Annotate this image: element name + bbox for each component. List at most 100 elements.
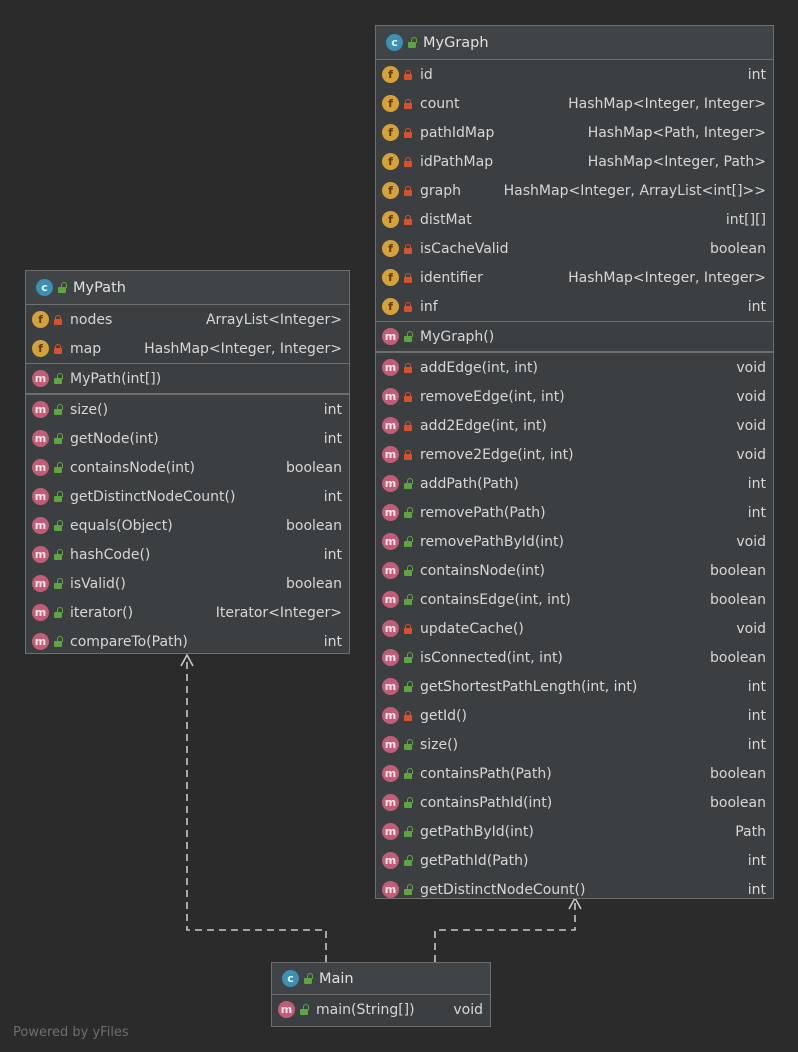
class-icon: c <box>386 34 403 51</box>
method-row[interactable]: m size() int <box>376 730 773 759</box>
method-row[interactable]: m addEdge(int, int) void <box>376 353 773 382</box>
class-header[interactable]: c Main <box>272 963 490 995</box>
member-type: int <box>323 546 342 563</box>
class-header[interactable]: c MyGraph <box>376 26 773 60</box>
class-mypath[interactable]: c MyPath f nodes ArrayList<Integer> f map Has… <box>25 270 350 654</box>
method-row[interactable]: m MyGraph() <box>376 322 773 351</box>
method-icon: m <box>382 504 399 521</box>
private-lock-icon <box>403 272 413 283</box>
method-icon: m <box>382 388 399 405</box>
field-row[interactable]: f id int <box>376 60 773 89</box>
field-icon: f <box>382 124 399 141</box>
public-lock-icon <box>53 635 63 647</box>
member-name: graph <box>420 182 461 199</box>
method-row[interactable]: m getId() int <box>376 701 773 730</box>
field-row[interactable]: f count HashMap<Integer, Integer> <box>376 89 773 118</box>
member-name: containsPathId(int) <box>420 794 553 811</box>
method-row[interactable]: m isValid() boolean <box>26 569 349 598</box>
private-lock-icon <box>403 127 413 138</box>
class-mygraph[interactable]: c MyGraph f id int f count HashMap<Integer, I… <box>375 25 774 899</box>
member-name: idPathMap <box>420 153 494 170</box>
method-row[interactable]: m containsEdge(int, int) boolean <box>376 585 773 614</box>
method-row[interactable]: m containsPath(Path) boolean <box>376 759 773 788</box>
method-icon: m <box>382 475 399 492</box>
member-name: MyGraph() <box>420 328 495 345</box>
class-header[interactable]: c MyPath <box>26 271 349 305</box>
method-icon: m <box>382 678 399 695</box>
member-name: containsPath(Path) <box>420 765 552 782</box>
method-row[interactable]: m remove2Edge(int, int) void <box>376 440 773 469</box>
private-lock-icon <box>403 623 413 634</box>
member-name: addEdge(int, int) <box>420 359 538 376</box>
public-lock-icon <box>53 490 63 502</box>
method-row[interactable]: m isConnected(int, int) boolean <box>376 643 773 672</box>
field-row[interactable]: f identifier HashMap<Integer, Integer> <box>376 263 773 292</box>
member-name: MyPath(int[]) <box>70 370 162 387</box>
member-type: int <box>323 401 342 418</box>
member-type: void <box>736 620 766 637</box>
method-row[interactable]: m size() int <box>26 395 349 424</box>
field-row[interactable]: f pathIdMap HashMap<Path, Integer> <box>376 118 773 147</box>
method-icon: m <box>382 881 399 898</box>
private-lock-icon <box>403 301 413 312</box>
field-icon: f <box>382 269 399 286</box>
method-row[interactable]: m updateCache() void <box>376 614 773 643</box>
method-row[interactable]: m main(String[]) void <box>272 995 490 1024</box>
private-lock-icon <box>53 314 63 325</box>
member-name: map <box>70 340 102 357</box>
method-row[interactable]: m add2Edge(int, int) void <box>376 411 773 440</box>
method-row[interactable]: m containsNode(int) boolean <box>376 556 773 585</box>
method-row[interactable]: m containsPathId(int) boolean <box>376 788 773 817</box>
public-lock-icon <box>403 651 413 663</box>
method-row[interactable]: m getPathId(Path) int <box>376 846 773 875</box>
public-lock-icon <box>403 825 413 837</box>
member-type: void <box>736 417 766 434</box>
method-row[interactable]: m getDistinctNodeCount() int <box>26 482 349 511</box>
method-row[interactable]: m containsNode(int) boolean <box>26 453 349 482</box>
field-row[interactable]: f graph HashMap<Integer, ArrayList<int[]>> <box>376 176 773 205</box>
class-main[interactable]: c Main m main(String[]) void <box>271 962 491 1027</box>
method-icon: m <box>32 604 49 621</box>
public-icon <box>57 281 67 293</box>
method-row[interactable]: m MyPath(int[]) <box>26 364 349 393</box>
method-row[interactable]: m removePath(Path) int <box>376 498 773 527</box>
member-type: int <box>747 707 766 724</box>
member-name: hashCode() <box>70 546 151 563</box>
field-row[interactable]: f isCacheValid boolean <box>376 234 773 263</box>
field-row[interactable]: f inf int <box>376 292 773 321</box>
field-row[interactable]: f idPathMap HashMap<Integer, Path> <box>376 147 773 176</box>
method-row[interactable]: m iterator() Iterator<Integer> <box>26 598 349 627</box>
member-type: Path <box>735 823 766 840</box>
method-icon: m <box>382 649 399 666</box>
private-lock-icon <box>403 391 413 402</box>
member-name: containsNode(int) <box>420 562 545 579</box>
method-row[interactable]: m getPathById(int) Path <box>376 817 773 846</box>
member-type: boolean <box>710 649 766 666</box>
member-type: Iterator<Integer> <box>215 604 342 621</box>
method-row[interactable]: m getShortestPathLength(int, int) int <box>376 672 773 701</box>
methods-section: m addEdge(int, int) void m removeEdge(int, i… <box>376 353 773 904</box>
method-row[interactable]: m hashCode() int <box>26 540 349 569</box>
field-row[interactable]: f nodes ArrayList<Integer> <box>26 305 349 334</box>
method-row[interactable]: m getNode(int) int <box>26 424 349 453</box>
method-row[interactable]: m removeEdge(int, int) void <box>376 382 773 411</box>
method-row[interactable]: m equals(Object) boolean <box>26 511 349 540</box>
member-type: int <box>323 488 342 505</box>
field-row[interactable]: f map HashMap<Integer, Integer> <box>26 334 349 363</box>
public-lock-icon <box>403 767 413 779</box>
method-row[interactable]: m addPath(Path) int <box>376 469 773 498</box>
fields-section: f nodes ArrayList<Integer> f map HashMap<Inte… <box>26 305 349 364</box>
member-type: boolean <box>710 794 766 811</box>
member-type: int <box>747 852 766 869</box>
method-row[interactable]: m getDistinctNodeCount() int <box>376 875 773 904</box>
method-row[interactable]: m compareTo(Path) int <box>26 627 349 656</box>
field-icon: f <box>32 340 49 357</box>
public-lock-icon <box>403 883 413 895</box>
public-lock-icon <box>403 680 413 692</box>
member-type: boolean <box>286 459 342 476</box>
public-lock-icon <box>53 548 63 560</box>
method-icon: m <box>382 823 399 840</box>
field-row[interactable]: f distMat int[][] <box>376 205 773 234</box>
private-lock-icon <box>403 69 413 80</box>
method-row[interactable]: m removePathById(int) void <box>376 527 773 556</box>
